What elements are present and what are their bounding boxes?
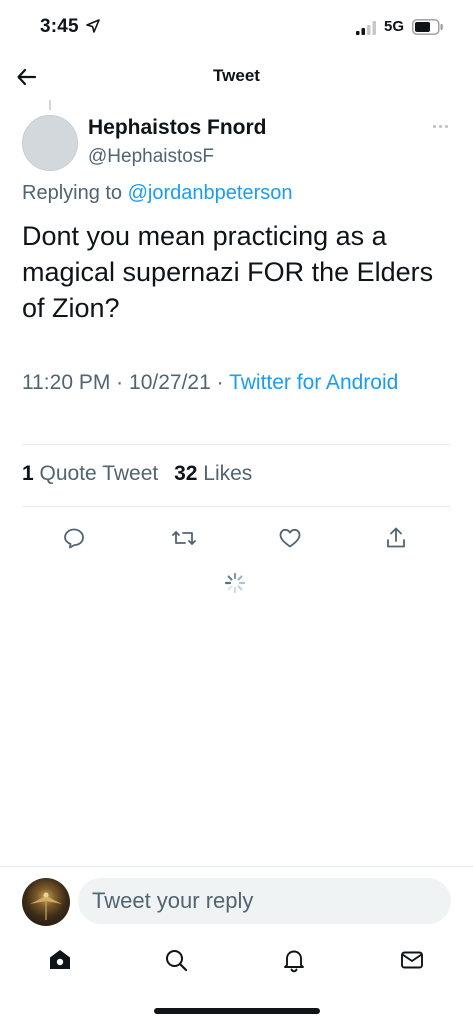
author-name[interactable]: Hephaistos Fnord <box>88 116 267 140</box>
status-bar: 3:45 5G <box>0 0 473 56</box>
author-handle[interactable]: @HephaistosF <box>88 146 214 168</box>
meta-separator: · <box>216 371 224 394</box>
retweet-button[interactable] <box>168 522 200 554</box>
mail-icon <box>401 951 423 969</box>
tweet-source[interactable]: Twitter for Android <box>229 371 398 394</box>
replying-to: Replying to @jordanbpeterson <box>22 182 292 205</box>
tweet-date[interactable]: 10/27/21 <box>129 371 211 394</box>
current-user-avatar[interactable] <box>22 878 70 926</box>
home-icon <box>50 950 70 969</box>
signal-icon <box>356 21 376 35</box>
tweet-actions <box>0 522 473 554</box>
likes-link[interactable]: 32 Likes <box>174 462 252 485</box>
home-indicator[interactable] <box>154 1008 320 1014</box>
quote-count: 1 <box>22 462 34 485</box>
header: Tweet <box>0 56 473 100</box>
more-icon-dot <box>444 124 448 128</box>
meta-separator: · <box>116 371 124 394</box>
tweet-meta: 11:20 PM · 10/27/21 · Twitter for Androi… <box>22 368 452 398</box>
heart-icon <box>279 528 301 548</box>
status-time: 3:45 <box>40 16 79 37</box>
avatar-image <box>30 892 62 920</box>
divider <box>22 506 451 507</box>
tweet-time[interactable]: 11:20 PM <box>22 371 110 394</box>
tweet-text: Dont you mean practicing as a magical su… <box>22 221 434 323</box>
nav-notifications-button[interactable] <box>278 944 310 976</box>
thread-line <box>49 100 51 110</box>
quote-label: Quote Tweet <box>39 462 159 485</box>
network-label: 5G <box>384 18 405 35</box>
replying-to-mention[interactable]: @jordanbpeterson <box>128 182 293 204</box>
tweet-stats: 1 Quote Tweet 32 Likes <box>22 462 262 486</box>
more-icon-dot <box>438 124 442 128</box>
page-title: Tweet <box>213 66 260 85</box>
divider <box>22 444 451 445</box>
share-icon <box>387 527 405 548</box>
reply-divider <box>0 866 473 867</box>
more-icon <box>432 124 436 128</box>
comment-icon <box>64 528 84 549</box>
bottom-nav <box>0 940 473 980</box>
like-label: Likes <box>203 462 253 485</box>
reply-input[interactable] <box>78 878 451 924</box>
like-count: 32 <box>174 462 198 485</box>
more-button[interactable] <box>428 118 452 134</box>
quote-tweets-link[interactable]: 1 Quote Tweet <box>22 462 158 485</box>
battery-icon <box>412 19 443 35</box>
reply-button[interactable] <box>58 522 90 554</box>
retweet-icon <box>172 531 196 545</box>
loading-spinner-icon <box>224 572 246 594</box>
replying-prefix: Replying to <box>22 182 123 204</box>
like-button[interactable] <box>274 522 306 554</box>
search-icon <box>166 950 188 972</box>
share-button[interactable] <box>380 522 412 554</box>
bell-icon <box>284 950 304 973</box>
location-arrow-icon <box>86 19 100 33</box>
nav-home-button[interactable] <box>44 944 76 976</box>
nav-messages-button[interactable] <box>396 944 428 976</box>
nav-search-button[interactable] <box>160 944 192 976</box>
author-avatar[interactable] <box>22 115 78 171</box>
